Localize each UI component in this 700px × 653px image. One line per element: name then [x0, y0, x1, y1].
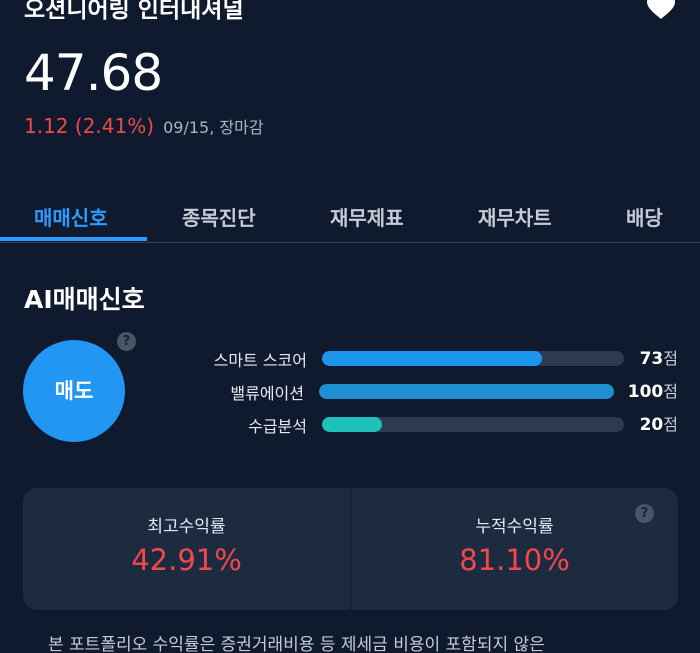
metric-value: 20점	[640, 411, 678, 435]
max-return-label: 최고수익률	[147, 517, 226, 537]
stock-name: 오션니어링 인터내셔널	[24, 0, 244, 23]
metric-bar-track	[319, 384, 614, 399]
metric-bar-fill	[322, 417, 383, 432]
tab-stock-diagnosis[interactable]: 종목진단	[182, 202, 256, 231]
metric-bar-track	[322, 351, 624, 366]
cumulative-return-label: 누적수익률	[475, 517, 554, 537]
cumulative-return-cell: 누적수익률 81.10%	[351, 488, 678, 610]
tab-bar: 매매신호 종목진단 재무제표 재무차트 배당	[0, 196, 700, 243]
metric-label: 밸류에이션	[230, 384, 304, 403]
metric-label: 스마트 스코어	[213, 351, 307, 370]
heart-icon[interactable]	[646, 0, 676, 20]
stock-detail-page: 오션니어링 인터내셔널 47.68 1.12 (2.41%) 09/15, 장마…	[0, 0, 700, 653]
return-summary-card: 최고수익률 42.91% 누적수익률 81.10% ?	[23, 488, 678, 610]
max-return-cell: 최고수익률 42.91%	[23, 488, 350, 610]
question-icon[interactable]: ?	[635, 504, 654, 523]
metric-value: 100점	[628, 378, 678, 402]
signal-badge: 매도	[23, 340, 125, 442]
tab-trading-signal[interactable]: 매매신호	[34, 202, 108, 231]
metric-bar-fill	[319, 384, 614, 399]
metric-label: 수급분석	[248, 417, 307, 436]
metric-bar-fill	[322, 351, 543, 366]
metric-number: 20	[639, 415, 664, 435]
cumulative-return-value: 81.10%	[459, 543, 570, 577]
price-change: 1.12 (2.41%)	[24, 114, 155, 138]
metric-number: 73	[639, 349, 664, 369]
metric-unit: 점	[663, 349, 678, 368]
question-icon[interactable]: ?	[117, 332, 136, 351]
max-return-value: 42.91%	[131, 543, 242, 577]
metric-bar-track	[322, 417, 624, 432]
price-change-row: 1.12 (2.41%) 09/15, 장마감	[24, 114, 264, 138]
active-tab-indicator	[0, 237, 147, 241]
tab-dividend[interactable]: 배당	[626, 202, 663, 231]
disclaimer-text: 본 포트폴리오 수익률은 증권거래비용 등 제세금 비용이 포함되지 않은	[48, 635, 545, 653]
section-title: AI매매신호	[24, 285, 145, 314]
market-status: 09/15, 장마감	[163, 118, 264, 137]
current-price: 47.68	[24, 44, 163, 102]
tab-financial-statements[interactable]: 재무제표	[330, 202, 404, 231]
metric-number: 100	[627, 382, 664, 402]
tab-financial-charts[interactable]: 재무차트	[478, 202, 552, 231]
metric-unit: 점	[663, 382, 678, 401]
metric-unit: 점	[663, 415, 678, 434]
metric-value: 73점	[640, 345, 678, 369]
